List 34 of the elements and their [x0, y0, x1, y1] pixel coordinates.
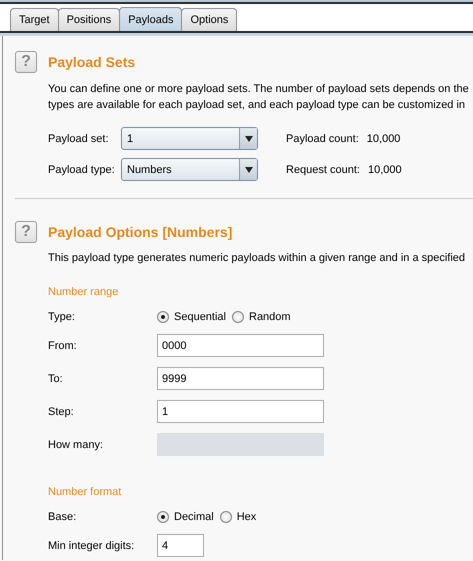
field-label: To:: [48, 372, 64, 384]
radio-label[interactable]: Hex: [236, 511, 256, 523]
description-text: types are available for each payload set, and each payload type can be customized in: [48, 98, 466, 113]
dropdown[interactable]: Numbers: [121, 158, 258, 181]
field-label: Step:: [48, 406, 75, 418]
description-text: This payload type generates numeric payloads within a given range and in a specified: [48, 251, 466, 266]
radio-label[interactable]: Decimal: [174, 511, 214, 523]
tab[interactable]: Target: [10, 8, 59, 31]
radio-label[interactable]: Sequential: [174, 311, 226, 323]
group-heading: Number format: [48, 485, 122, 500]
input-field[interactable]: 0000: [157, 334, 324, 357]
section-heading: Payload Options [Numbers]: [48, 223, 234, 242]
tab[interactable]: Options: [181, 8, 238, 31]
field-label: Type:: [48, 311, 76, 323]
field-label: Payload type:: [48, 164, 116, 176]
input-field[interactable]: 9999: [157, 367, 324, 390]
section-heading: Payload Sets: [48, 53, 136, 72]
count-label: Payload count:: [286, 132, 359, 144]
field-label: Base:: [48, 511, 78, 523]
dropdown[interactable]: 1: [121, 127, 258, 150]
input-field[interactable]: 4: [157, 534, 204, 557]
count-label: Request count:: [286, 164, 360, 176]
field-label: How many:: [48, 438, 104, 450]
radio-label[interactable]: Random: [249, 311, 291, 323]
field-label: Payload set:: [48, 132, 110, 144]
count-value: 10,000: [368, 164, 402, 176]
description-text: You can define one or more payload sets. The number of payload sets depends on the: [48, 82, 470, 97]
field-label: From:: [48, 340, 78, 352]
tab[interactable]: Positions: [58, 8, 120, 31]
group-heading: Number range: [48, 285, 120, 300]
count-value: 10,000: [366, 132, 400, 144]
input-field[interactable]: 1: [157, 400, 324, 423]
tab[interactable]: Payloads: [119, 7, 182, 31]
field-label: Min integer digits:: [48, 540, 136, 552]
